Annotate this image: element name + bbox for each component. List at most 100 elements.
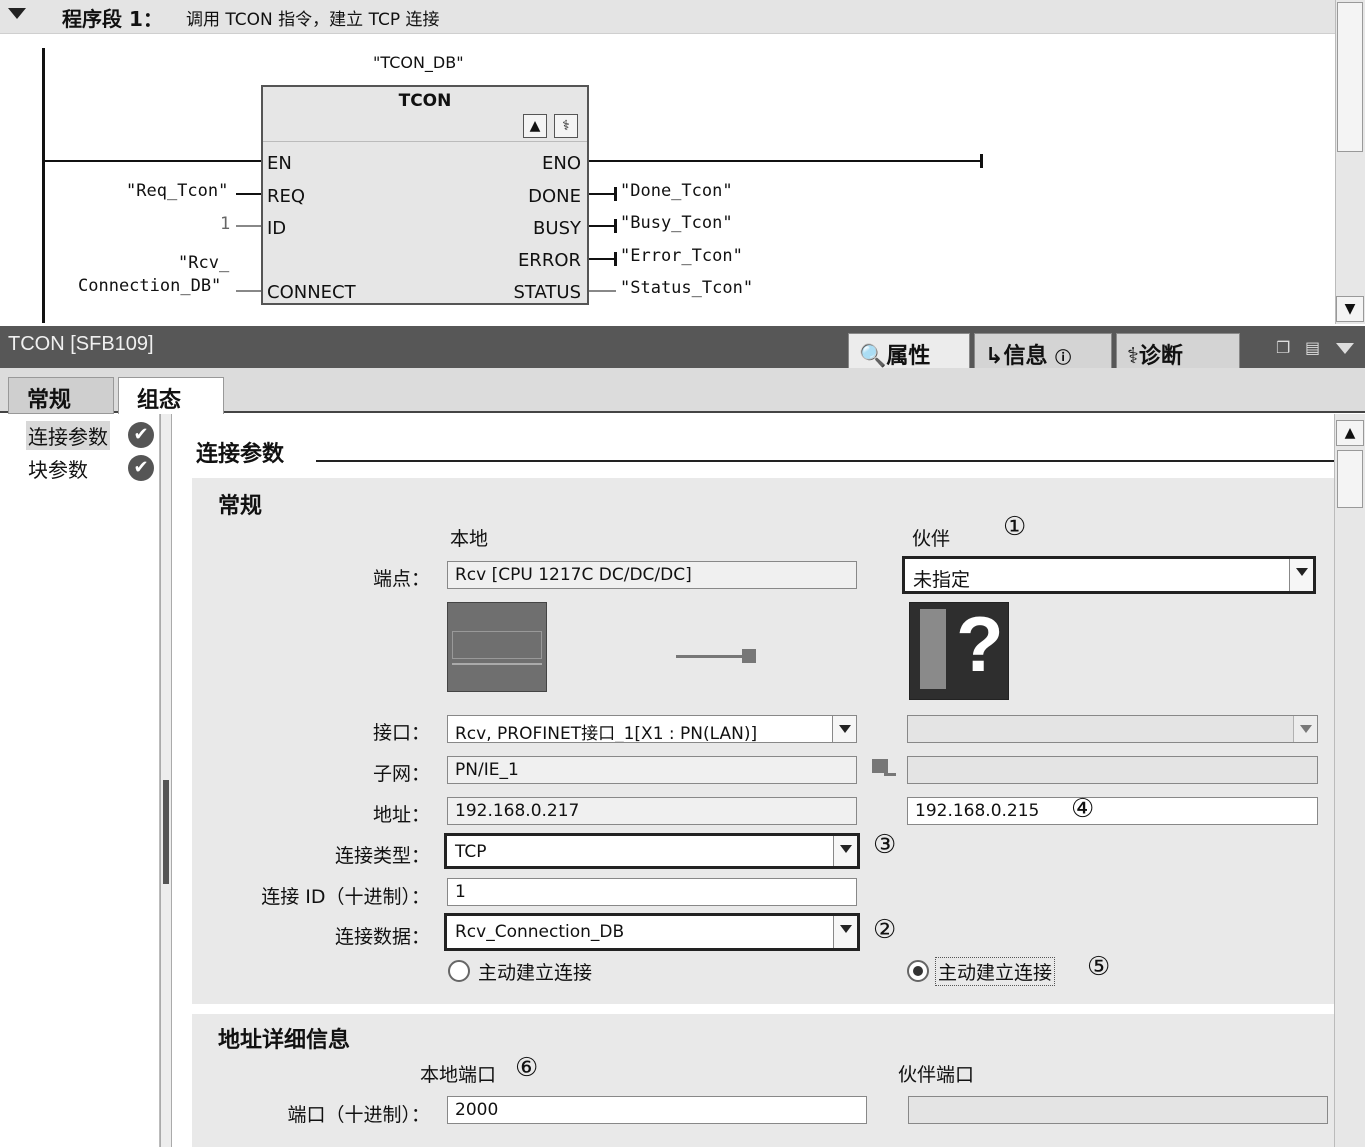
subtab-config[interactable]: 组态: [118, 377, 224, 415]
id-constant[interactable]: 1: [220, 214, 230, 234]
conn-type-select[interactable]: TCP: [444, 833, 860, 869]
block-online-icon[interactable]: ▲: [523, 114, 547, 138]
callout-6: ⑥: [515, 1053, 539, 1083]
chevron-down-icon[interactable]: [832, 716, 856, 742]
partner-endpoint-select[interactable]: 未指定: [902, 556, 1316, 594]
conn-data-select[interactable]: Rcv_Connection_DB: [444, 913, 860, 951]
partner-address-input[interactable]: 192.168.0.215: [907, 797, 1318, 825]
subtab-general[interactable]: 常规: [8, 377, 114, 414]
callout-4: ④: [1071, 794, 1095, 824]
partner-port-heading: 伙伴端口: [898, 1064, 975, 1086]
chevron-down-icon[interactable]: [833, 916, 857, 948]
pin-connect: CONNECT: [267, 282, 356, 303]
pin-error: ERROR: [517, 250, 581, 271]
panel-menu-icon[interactable]: [1336, 343, 1354, 354]
cpu-io-strip: [452, 663, 542, 665]
tcon-block[interactable]: TCON ▲ ⚕ EN REQ ID CONNECT ENO DONE BUSY…: [261, 85, 589, 305]
tab-properties[interactable]: 🔍属性: [848, 333, 970, 369]
chevron-down-icon[interactable]: [833, 836, 857, 866]
network-description[interactable]: 调用 TCON 指令，建立 TCP 连接: [186, 5, 439, 30]
chevron-down-icon[interactable]: [1289, 559, 1313, 591]
pin-status: STATUS: [513, 282, 581, 303]
pin-busy: BUSY: [533, 218, 581, 239]
local-subnet-field: PN/IE_1: [447, 756, 857, 784]
content-scroll-up[interactable]: ▲: [1336, 420, 1364, 446]
block-name: TCON: [398, 91, 452, 111]
active-local-label[interactable]: 主动建立连接: [478, 958, 592, 985]
instance-db-label[interactable]: "TCON_DB": [373, 53, 464, 72]
question-mark-icon: ?: [956, 600, 1004, 688]
local-endpoint-field: Rcv [CPU 1217C DC/DC/DC]: [447, 561, 857, 589]
connection-port-icon: [742, 649, 756, 663]
unknown-partner-image: ?: [909, 600, 1009, 700]
callout-3: ③: [873, 830, 897, 860]
req-tag[interactable]: "Req_Tcon": [126, 181, 228, 201]
address-details-section: [192, 1014, 1334, 1147]
done-coil: [614, 187, 617, 201]
info-icon: ⓘ: [1055, 348, 1072, 367]
conn-type-label: 连接类型：: [334, 845, 430, 867]
partner-heading: 伙伴: [912, 528, 951, 550]
active-local-radio[interactable]: [448, 960, 470, 982]
subnet-label: 子网：: [372, 763, 430, 785]
eno-wire: [589, 160, 982, 162]
active-partner-label[interactable]: 主动建立连接: [935, 957, 1056, 986]
interface-label: 接口：: [372, 722, 430, 744]
partner-slot: [920, 609, 946, 689]
local-port-input[interactable]: 2000: [447, 1096, 867, 1124]
config-nav: [0, 414, 160, 1147]
status-tag[interactable]: "Status_Tcon": [620, 278, 753, 298]
pin-eno: ENO: [541, 153, 581, 174]
splitter-handle[interactable]: [163, 834, 169, 884]
editor-scroll-thumb[interactable]: [1337, 2, 1363, 152]
content-scrollbar[interactable]: ▲: [1334, 414, 1365, 1147]
req-wire: [236, 193, 261, 195]
endpoint-label: 端点：: [372, 568, 430, 590]
general-title: 常规: [218, 494, 263, 519]
content-scroll-thumb[interactable]: [1337, 450, 1363, 508]
address-details-title: 地址详细信息: [218, 1028, 351, 1053]
block-divider: [263, 141, 587, 142]
restore-window-icon[interactable]: ❐: [1276, 338, 1290, 357]
callout-5: ⑤: [1087, 952, 1111, 982]
network-title: 程序段 1：: [62, 7, 163, 31]
local-heading: 本地: [450, 528, 489, 550]
busy-tag[interactable]: "Busy_Tcon": [620, 213, 733, 233]
error-tag[interactable]: "Error_Tcon": [620, 246, 743, 266]
local-cpu-image: [447, 602, 547, 692]
connection-line: [676, 655, 744, 658]
editor-scroll-down[interactable]: ▼: [1336, 296, 1364, 322]
connect-tag-line2[interactable]: Connection_DB": [78, 276, 221, 296]
editor-scrollbar[interactable]: ▼: [1335, 0, 1365, 324]
nav-item-block-params[interactable]: 块参数: [26, 454, 90, 483]
section-title: 连接参数: [196, 442, 285, 467]
partner-port-input[interactable]: [908, 1096, 1328, 1124]
local-address-field: 192.168.0.217: [447, 797, 857, 825]
busy-coil: [614, 219, 617, 233]
local-interface-select[interactable]: Rcv, PROFINET接口_1[X1 : PN(LAN)]: [447, 715, 857, 743]
done-tag[interactable]: "Done_Tcon": [620, 181, 733, 201]
splitter-handle[interactable]: [163, 780, 169, 834]
active-partner-radio[interactable]: [907, 960, 929, 982]
layout-icon[interactable]: ▤: [1305, 338, 1320, 357]
tab-info[interactable]: ↳信息 ⓘ: [974, 333, 1112, 369]
section-rule: [316, 460, 1334, 462]
cpu-io-strip: [452, 631, 542, 659]
conn-id-input[interactable]: 1: [447, 878, 857, 906]
callout-2: ②: [873, 915, 897, 945]
eno-wire-end: [980, 154, 983, 168]
collapse-triangle-icon[interactable]: [8, 8, 26, 19]
check-icon: ✔: [128, 455, 154, 481]
pin-en: EN: [267, 153, 292, 174]
partner-interface-select[interactable]: [907, 715, 1318, 743]
info-arrow-icon: ↳: [985, 344, 1004, 369]
tab-diagnostics[interactable]: ⚕诊断: [1116, 333, 1240, 369]
chevron-down-icon[interactable]: [1293, 716, 1317, 742]
nav-item-connection-params[interactable]: 连接参数: [26, 421, 110, 450]
local-port-heading: 本地端口: [420, 1064, 497, 1086]
error-wire: [589, 258, 616, 260]
nav-splitter[interactable]: [160, 414, 172, 1147]
block-diagnostics-icon[interactable]: ⚕: [554, 114, 578, 138]
connect-tag-line1[interactable]: "Rcv_: [178, 253, 229, 273]
network-icon-line: [884, 773, 896, 776]
